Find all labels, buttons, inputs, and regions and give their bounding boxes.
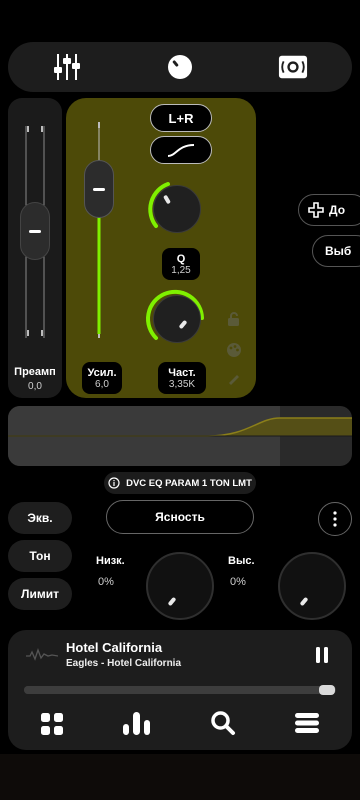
info-icon <box>108 477 120 489</box>
more-options-button[interactable] <box>318 502 352 536</box>
gain-value: 6,0 <box>95 378 109 390</box>
search-icon <box>211 711 235 735</box>
channel-button[interactable]: L+R <box>150 104 212 132</box>
grid-icon <box>41 713 63 735</box>
preset-info-chip[interactable]: DVC EQ PARAM 1 TON LMT <box>104 472 256 494</box>
high-label: Выс. <box>228 555 255 567</box>
curve-icon <box>167 144 195 157</box>
pencil-icon[interactable] <box>226 370 242 386</box>
eq-mode-button[interactable]: Экв. <box>8 502 72 534</box>
eq-band-panel: L+R Q 1,25 Усил. 6,0 Част. 3,35K <box>66 98 256 398</box>
low-value: 0% <box>98 576 114 588</box>
library-nav-button[interactable] <box>40 712 64 740</box>
progress-thumb[interactable] <box>318 685 335 695</box>
low-label: Низк. <box>96 555 125 567</box>
q-readout: Q 1,25 <box>162 248 200 280</box>
q-knob[interactable] <box>144 176 210 242</box>
speaker-icon[interactable] <box>278 52 308 82</box>
track-title[interactable]: Hotel California <box>66 640 162 655</box>
lock-icon[interactable] <box>226 312 242 326</box>
search-nav-button[interactable] <box>210 710 236 740</box>
plus-icon <box>308 202 324 218</box>
knob-icon[interactable] <box>165 52 195 82</box>
preamp-slider-thumb[interactable] <box>20 202 50 260</box>
more-vertical-icon <box>333 511 337 527</box>
q-value: 1,25 <box>171 264 191 276</box>
preset-info-text: DVC EQ PARAM 1 TON LMT <box>126 477 252 489</box>
player-card: Hotel California Eagles - Hotel Californ… <box>8 630 352 750</box>
gain-label: Усил. <box>87 366 117 379</box>
q-label: Q <box>176 252 186 265</box>
menu-icon <box>295 713 319 733</box>
pause-icon <box>316 647 328 663</box>
high-value: 0% <box>230 576 246 588</box>
progress-track[interactable] <box>24 685 336 695</box>
freq-knob[interactable] <box>144 286 210 352</box>
waveform-icon <box>26 648 58 661</box>
gain-readout: Усил. 6,0 <box>82 362 122 394</box>
high-knob[interactable] <box>278 552 346 620</box>
tone-mode-button[interactable]: Тон <box>8 540 72 572</box>
top-tab-bar <box>8 42 352 92</box>
freq-readout: Част. 3,35K <box>158 362 206 394</box>
track-subtitle[interactable]: Eagles - Hotel California <box>66 658 181 669</box>
freq-label: Част. <box>168 366 196 379</box>
freq-value: 3,35K <box>168 378 196 390</box>
pause-button[interactable] <box>314 646 330 664</box>
gain-slider-thumb[interactable] <box>84 160 114 218</box>
bars-icon <box>123 712 150 735</box>
visualizer-nav-button[interactable] <box>122 710 152 740</box>
select-preset-button[interactable]: Выб <box>312 235 360 267</box>
clarity-button[interactable]: Ясность <box>106 500 254 534</box>
curve-button[interactable] <box>150 136 212 164</box>
preamp-value: 0,0 <box>28 381 42 392</box>
eq-curve-graph[interactable] <box>8 406 352 466</box>
preamp-panel: Преамп 0,0 <box>8 98 62 398</box>
menu-nav-button[interactable] <box>294 712 320 738</box>
sliders-icon[interactable] <box>52 52 82 82</box>
system-navigation-area <box>0 754 360 800</box>
limiter-mode-button[interactable]: Лимит <box>8 578 72 610</box>
preamp-label: Преамп <box>14 366 56 378</box>
progress-fill <box>24 686 327 694</box>
low-knob[interactable] <box>146 552 214 620</box>
palette-icon[interactable] <box>226 342 242 358</box>
add-preset-button[interactable]: До <box>298 194 360 226</box>
select-preset-label: Выб <box>325 244 352 258</box>
add-preset-label: До <box>329 203 346 217</box>
